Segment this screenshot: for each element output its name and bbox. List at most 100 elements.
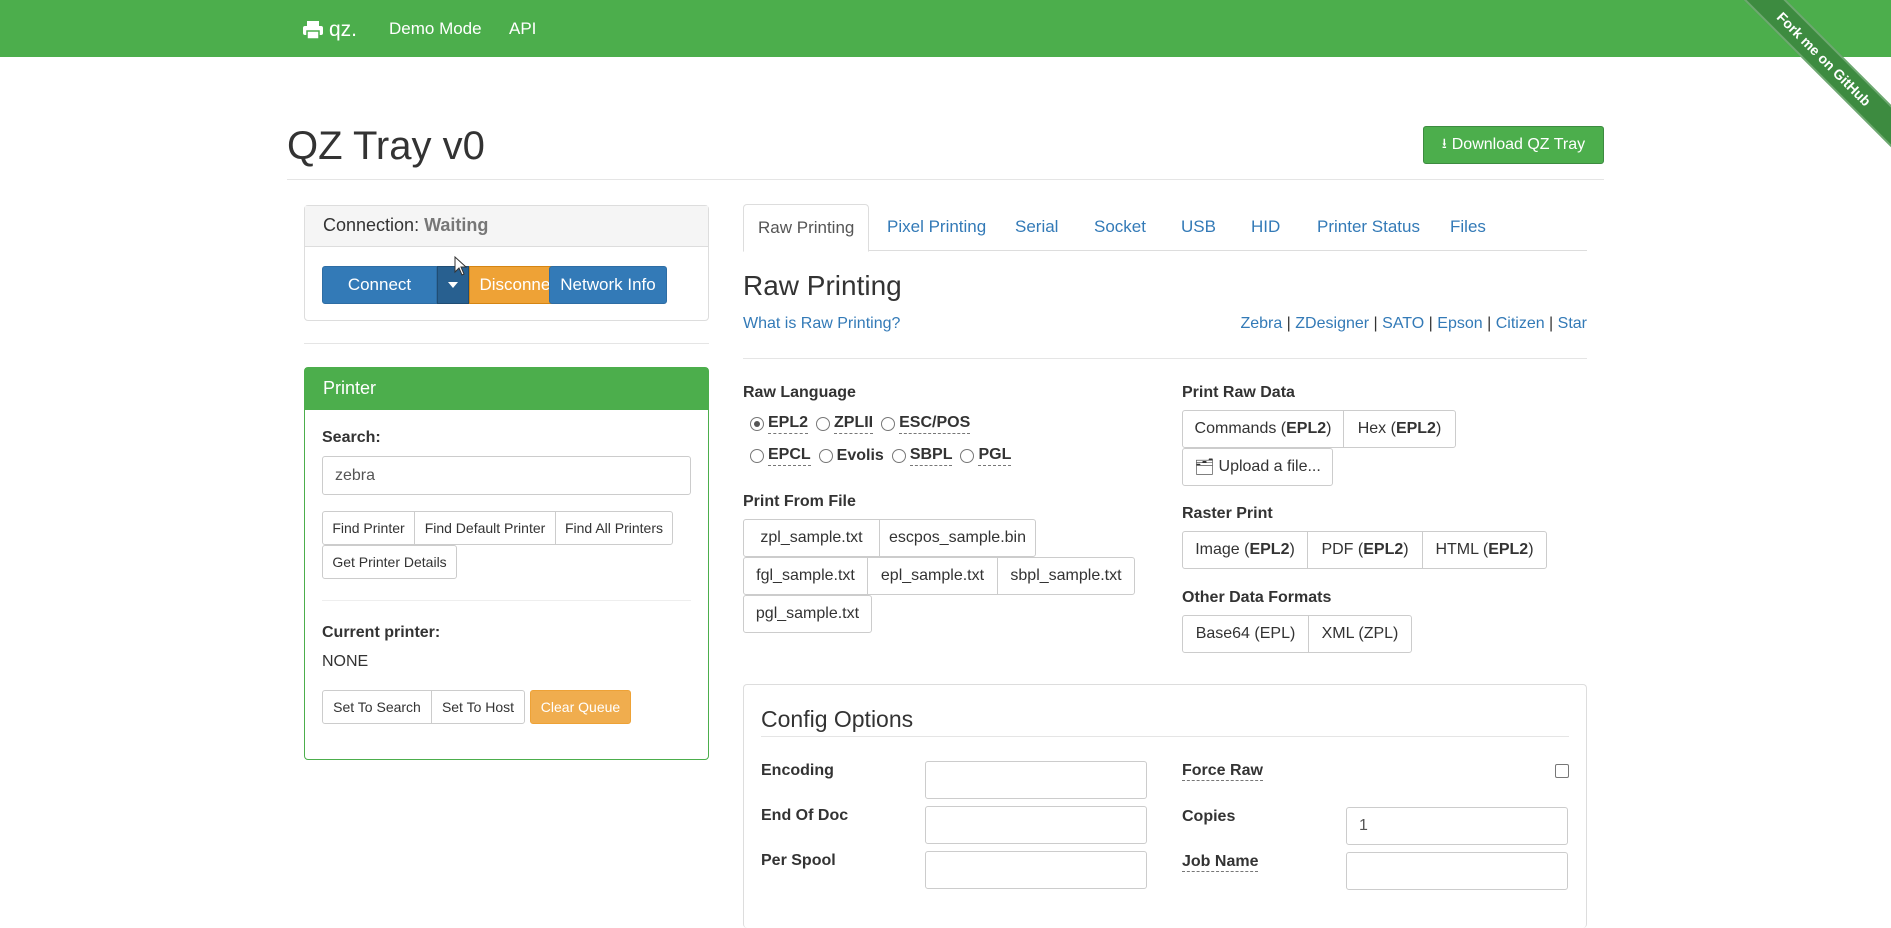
radio-label: EPL2 [768, 414, 809, 434]
language-radio-row-2: EPCL Evolis SBPL PGL [750, 446, 1019, 466]
connection-label: Connection: [323, 215, 420, 235]
encoding-label: Encoding [761, 762, 834, 779]
xml-zpl-button[interactable]: XML (ZPL) [1308, 615, 1412, 653]
what-is-raw-printing-link[interactable]: What is Raw Printing? [743, 315, 900, 333]
base64-epl-button[interactable]: Base64 (EPL) [1182, 615, 1309, 653]
nav-api[interactable]: API [509, 19, 536, 39]
nav-demo-mode[interactable]: Demo Mode [389, 19, 482, 39]
get-printer-details-button[interactable]: Get Printer Details [322, 545, 457, 579]
radio-dot [816, 417, 831, 431]
radio-dot [960, 449, 975, 463]
language-radio-row-1: EPL2 ZPLII ESC/POS [750, 414, 978, 434]
download-button[interactable]: ⭳ Download QZ Tray [1423, 126, 1604, 164]
find-all-printers-button[interactable]: Find All Printers [555, 511, 673, 545]
vendor-links: Zebra | ZDesigner | SATO | Epson | Citiz… [1240, 315, 1587, 332]
radio-dot [750, 417, 764, 431]
find-printer-button[interactable]: Find Printer [322, 511, 415, 545]
set-to-host-button[interactable]: Set To Host [431, 690, 525, 724]
copies-input[interactable] [1346, 807, 1568, 845]
radio-zplii[interactable]: ZPLII [816, 414, 874, 434]
button-suffix: ) [1403, 541, 1409, 558]
file-epl-sample[interactable]: epl_sample.txt [867, 557, 998, 595]
radio-dot [881, 417, 896, 431]
file-fgl-sample[interactable]: fgl_sample.txt [743, 557, 868, 595]
radio-label: Evolis [836, 446, 884, 464]
radio-escpos[interactable]: ESC/POS [881, 414, 971, 434]
button-prefix: Commands ( [1194, 420, 1287, 437]
current-printer-value: NONE [322, 653, 369, 670]
html-epl2-button[interactable]: HTML (EPL2) [1422, 531, 1547, 569]
config-divider [761, 736, 1569, 737]
tab-files[interactable]: Files [1436, 204, 1500, 251]
button-lang: EPL2 [1395, 420, 1436, 437]
vendor-link-sato[interactable]: SATO [1382, 315, 1424, 332]
download-label: Download QZ Tray [1451, 136, 1586, 153]
title-divider [287, 179, 1604, 180]
tab-raw-printing[interactable]: Raw Printing [743, 204, 870, 252]
set-to-search-button[interactable]: Set To Search [322, 690, 432, 724]
job-name-input[interactable] [1346, 852, 1568, 890]
github-ribbon-label[interactable]: Fork me on GitHub [1725, 0, 1891, 158]
print-from-file-label: Print From File [743, 493, 856, 510]
file-sbpl-sample[interactable]: sbpl_sample.txt [997, 557, 1135, 595]
printer-search-input[interactable] [322, 456, 691, 495]
tab-serial[interactable]: Serial [1001, 204, 1072, 251]
radio-dot [818, 449, 833, 463]
per-spool-label: Per Spool [761, 852, 836, 869]
connect-button[interactable]: Connect [322, 266, 437, 304]
search-label: Search: [322, 429, 381, 446]
printer-panel: Printer Search: Find Printer Find Defaul… [304, 367, 709, 760]
find-default-printer-button[interactable]: Find Default Printer [414, 511, 556, 545]
vendor-link-zebra[interactable]: Zebra [1240, 315, 1282, 332]
other-data-formats-label: Other Data Formats [1182, 589, 1332, 606]
vendor-link-citizen[interactable]: Citizen [1496, 315, 1545, 332]
radio-sbpl[interactable]: SBPL [891, 446, 953, 466]
tab-usb[interactable]: USB [1167, 204, 1230, 251]
radio-pgl[interactable]: PGL [960, 446, 1012, 466]
tab-pixel-printing[interactable]: Pixel Printing [873, 204, 1000, 251]
button-prefix: PDF ( [1321, 541, 1364, 558]
raw-language-label: Raw Language [743, 384, 856, 401]
button-prefix: Hex ( [1357, 420, 1396, 437]
config-title: Config Options [761, 706, 914, 732]
page-title: QZ Tray v0 [287, 124, 485, 168]
copies-label: Copies [1182, 808, 1236, 825]
connection-heading: Connection: Waiting [305, 206, 708, 247]
end-of-doc-input[interactable] [925, 806, 1147, 844]
raster-print-label: Raster Print [1182, 505, 1273, 522]
button-suffix: ) [1289, 541, 1295, 558]
config-options-panel: Config Options Encoding End Of Doc Per S… [743, 684, 1587, 928]
clear-queue-button[interactable]: Clear Queue [530, 690, 631, 724]
per-spool-input[interactable] [925, 851, 1147, 889]
encoding-input[interactable] [925, 761, 1147, 799]
commands-epl2-button[interactable]: Commands (EPL2) [1182, 410, 1344, 448]
radio-label: PGL [978, 446, 1012, 466]
hex-epl2-button[interactable]: Hex (EPL2) [1343, 410, 1456, 448]
pdf-epl2-button[interactable]: PDF (EPL2) [1307, 531, 1423, 569]
end-of-doc-label: End Of Doc [761, 807, 849, 824]
mouse-cursor-icon [454, 256, 468, 276]
folder-open-icon: 🗂 [1194, 459, 1215, 476]
image-epl2-button[interactable]: Image (EPL2) [1182, 531, 1308, 569]
github-ribbon[interactable]: Fork me on GitHub [1721, 0, 1891, 170]
printer-divider [322, 600, 691, 601]
vendor-link-zdesigner[interactable]: ZDesigner [1295, 315, 1369, 332]
radio-epl2[interactable]: EPL2 [750, 414, 809, 434]
radio-epcl[interactable]: EPCL [750, 446, 811, 466]
vendor-link-epson[interactable]: Epson [1437, 315, 1482, 332]
network-info-button[interactable]: Network Info [549, 266, 667, 304]
tab-socket[interactable]: Socket [1080, 204, 1160, 251]
radio-evolis[interactable]: Evolis [818, 446, 884, 466]
upload-file-button[interactable]: 🗂 Upload a file... [1182, 448, 1333, 486]
printer-icon [303, 21, 323, 39]
brand[interactable]: qz. [303, 18, 357, 42]
printer-heading: Printer [305, 368, 708, 410]
file-pgl-sample[interactable]: pgl_sample.txt [743, 595, 872, 633]
file-zpl-sample[interactable]: zpl_sample.txt [743, 519, 880, 557]
tab-printer-status[interactable]: Printer Status [1303, 204, 1434, 251]
connection-status: Waiting [424, 215, 489, 235]
vendor-link-star[interactable]: Star [1558, 315, 1587, 332]
tab-hid[interactable]: HID [1237, 204, 1294, 251]
force-raw-checkbox[interactable] [1555, 764, 1569, 778]
file-escpos-sample[interactable]: escpos_sample.bin [879, 519, 1036, 557]
